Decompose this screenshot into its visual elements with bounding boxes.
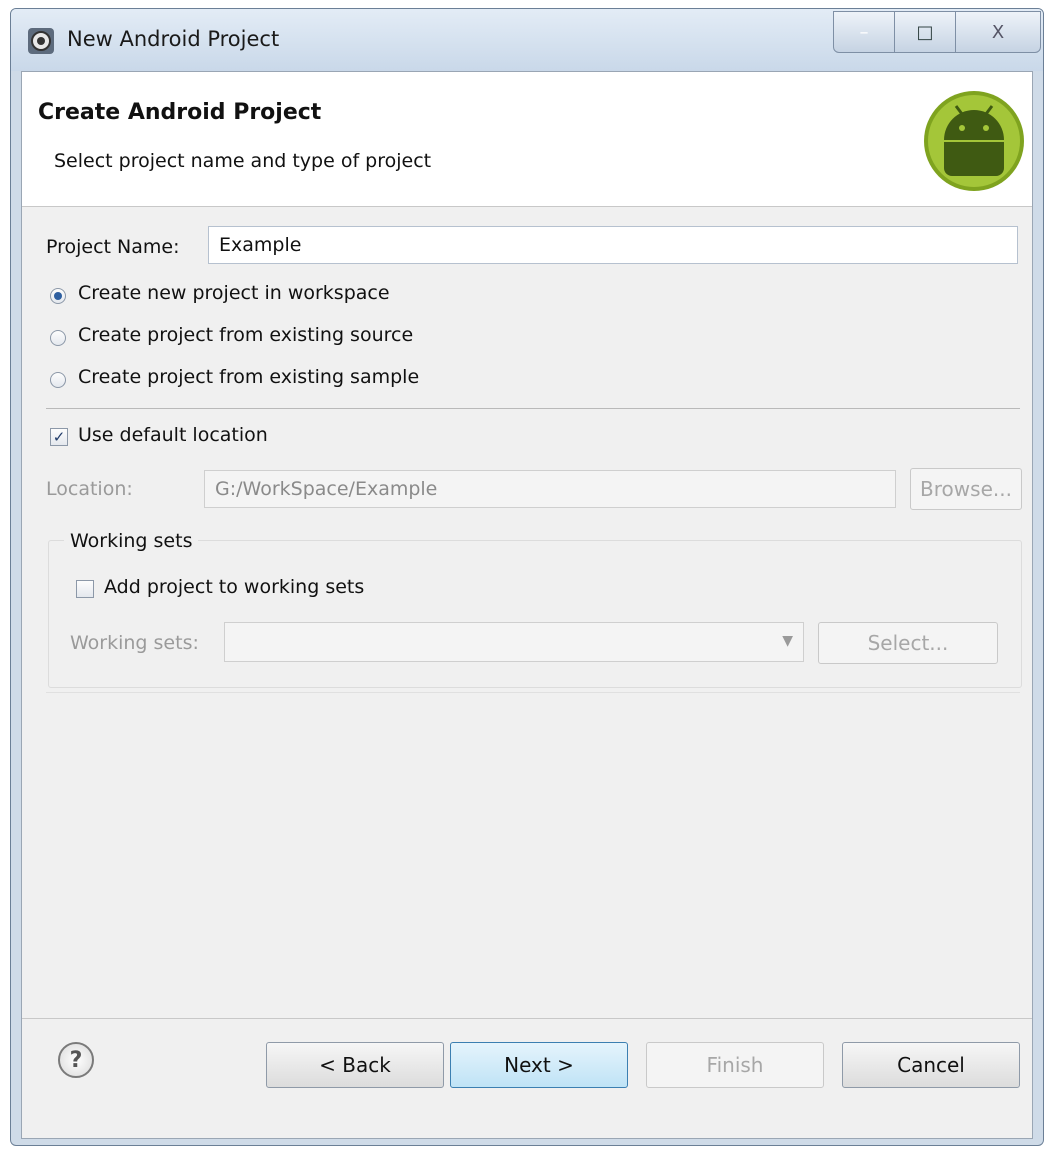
close-button[interactable]: X [955,11,1041,53]
working-sets-group-label: Working sets [64,530,199,552]
close-icon: X [991,21,1005,43]
wizard-header: Create Android Project Select project na… [22,72,1032,207]
android-logo-icon [924,91,1024,191]
help-icon[interactable]: ? [58,1042,94,1078]
maximize-icon: □ [916,21,934,43]
add-to-working-sets-label[interactable]: Add project to working sets [104,576,364,598]
minimize-button[interactable]: – [833,11,895,53]
radio-new-project[interactable] [50,288,66,304]
location-label: Location: [46,478,133,500]
use-default-location-label[interactable]: Use default location [78,424,268,446]
working-sets-label: Working sets: [70,632,199,654]
project-name-label: Project Name: [46,236,180,258]
page-subtitle: Select project name and type of project [54,150,432,172]
use-default-location-checkbox[interactable]: ✓ [50,428,68,446]
dialog-window: New Android Project – □ X Create Android… [10,8,1044,1146]
eclipse-app-icon [28,28,54,54]
dialog-content: Create Android Project Select project na… [21,71,1033,1139]
maximize-button[interactable]: □ [894,11,956,53]
working-sets-dropdown[interactable]: ▼ [224,622,804,662]
radio-existing-sample[interactable] [50,372,66,388]
select-working-sets-button[interactable]: Select... [818,622,998,664]
radio-existing-source[interactable] [50,330,66,346]
group-bottom-divider [46,692,1020,693]
footer-divider [22,1018,1032,1019]
window-title: New Android Project [67,27,280,51]
next-button[interactable]: Next > [450,1042,628,1088]
radio-new-project-label[interactable]: Create new project in workspace [78,282,390,304]
back-button[interactable]: < Back [266,1042,444,1088]
chevron-down-icon: ▼ [782,633,793,649]
location-input[interactable]: G:/WorkSpace/Example [204,470,896,508]
add-to-working-sets-checkbox[interactable] [76,580,94,598]
page-title: Create Android Project [38,100,322,125]
working-sets-group [48,540,1022,688]
radio-existing-sample-label[interactable]: Create project from existing sample [78,366,419,388]
project-name-input[interactable]: Example [208,226,1018,264]
cancel-button[interactable]: Cancel [842,1042,1020,1088]
radio-existing-source-label[interactable]: Create project from existing source [78,324,413,346]
browse-button[interactable]: Browse... [910,468,1022,510]
minimize-icon: – [859,21,869,43]
finish-button[interactable]: Finish [646,1042,824,1088]
title-bar[interactable]: New Android Project – □ X [11,9,1043,71]
section-divider [46,408,1020,409]
